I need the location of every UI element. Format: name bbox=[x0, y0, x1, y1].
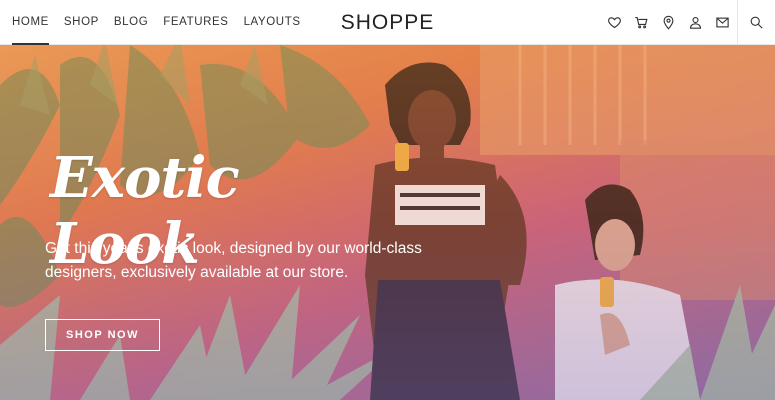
nav-link-layouts[interactable]: LAYOUTS bbox=[244, 0, 301, 45]
site-logo[interactable]: SHOPPE bbox=[341, 0, 435, 45]
mail-icon[interactable] bbox=[713, 14, 731, 32]
cart-icon[interactable] bbox=[632, 14, 650, 32]
top-navbar: HOME SHOP BLOG FEATURES LAYOUTS SHOPPE bbox=[0, 0, 775, 45]
search-icon bbox=[750, 16, 763, 29]
nav-link-shop[interactable]: SHOP bbox=[64, 0, 99, 45]
nav-link-blog[interactable]: BLOG bbox=[114, 0, 148, 45]
search-button[interactable] bbox=[737, 0, 775, 45]
hero-banner: Exotic Look Get this year's exotic look,… bbox=[0, 45, 775, 400]
hero-subtitle: Get this year's exotic look, designed by… bbox=[45, 240, 422, 281]
location-pin-icon[interactable] bbox=[659, 14, 677, 32]
user-icon[interactable] bbox=[686, 14, 704, 32]
nav-icon-group bbox=[605, 0, 731, 45]
shop-now-button[interactable]: SHOP NOW bbox=[45, 319, 160, 351]
main-nav: HOME SHOP BLOG FEATURES LAYOUTS bbox=[0, 0, 316, 45]
nav-link-features[interactable]: FEATURES bbox=[163, 0, 228, 45]
heart-icon[interactable] bbox=[605, 14, 623, 32]
nav-link-home[interactable]: HOME bbox=[12, 0, 49, 45]
